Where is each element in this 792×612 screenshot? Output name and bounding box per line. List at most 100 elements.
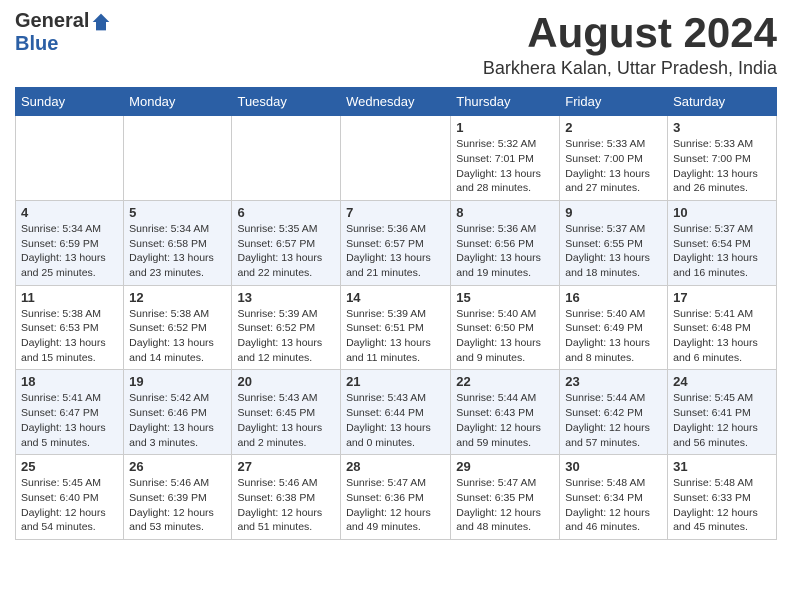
day-number: 21 xyxy=(346,374,445,389)
day-info: Sunrise: 5:38 AM Sunset: 6:53 PM Dayligh… xyxy=(21,307,118,366)
calendar-week-3: 11 Sunrise: 5:38 AM Sunset: 6:53 PM Dayli… xyxy=(16,285,777,370)
day-info: Sunrise: 5:46 AM Sunset: 6:39 PM Dayligh… xyxy=(129,476,226,535)
day-info: Sunrise: 5:39 AM Sunset: 6:51 PM Dayligh… xyxy=(346,307,445,366)
weekday-header-tuesday: Tuesday xyxy=(232,88,341,116)
logo: General Blue xyxy=(15,10,111,56)
day-number: 22 xyxy=(456,374,554,389)
day-info: Sunrise: 5:32 AM Sunset: 7:01 PM Dayligh… xyxy=(456,137,554,196)
day-number: 27 xyxy=(237,459,335,474)
weekday-header-sunday: Sunday xyxy=(16,88,124,116)
day-number: 5 xyxy=(129,205,226,220)
day-number: 9 xyxy=(565,205,662,220)
day-number: 2 xyxy=(565,120,662,135)
calendar-week-4: 18 Sunrise: 5:41 AM Sunset: 6:47 PM Dayli… xyxy=(16,370,777,455)
day-number: 25 xyxy=(21,459,118,474)
day-number: 6 xyxy=(237,205,335,220)
day-info: Sunrise: 5:34 AM Sunset: 6:59 PM Dayligh… xyxy=(21,222,118,281)
calendar-week-1: 1Sunrise: 5:32 AM Sunset: 7:01 PM Daylig… xyxy=(16,116,777,201)
calendar-cell: 1Sunrise: 5:32 AM Sunset: 7:01 PM Daylig… xyxy=(451,116,560,201)
calendar-cell: 18 Sunrise: 5:41 AM Sunset: 6:47 PM Dayli… xyxy=(16,370,124,455)
logo-icon xyxy=(91,12,111,32)
day-info: Sunrise: 5:43 AM Sunset: 6:44 PM Dayligh… xyxy=(346,391,445,450)
day-info: Sunrise: 5:35 AM Sunset: 6:57 PM Dayligh… xyxy=(237,222,335,281)
day-number: 29 xyxy=(456,459,554,474)
weekday-header-wednesday: Wednesday xyxy=(341,88,451,116)
calendar-cell: 16 Sunrise: 5:40 AM Sunset: 6:49 PM Dayli… xyxy=(560,285,668,370)
day-info: Sunrise: 5:48 AM Sunset: 6:34 PM Dayligh… xyxy=(565,476,662,535)
day-info: Sunrise: 5:42 AM Sunset: 6:46 PM Dayligh… xyxy=(129,391,226,450)
calendar-cell: 19Sunrise: 5:42 AM Sunset: 6:46 PM Dayli… xyxy=(124,370,232,455)
calendar-cell xyxy=(341,116,451,201)
weekday-header-monday: Monday xyxy=(124,88,232,116)
day-number: 3 xyxy=(673,120,771,135)
calendar-cell: 10 Sunrise: 5:37 AM Sunset: 6:54 PM Dayli… xyxy=(668,200,777,285)
day-number: 30 xyxy=(565,459,662,474)
day-number: 10 xyxy=(673,205,771,220)
header: General Blue August 2024 Barkhera Kalan,… xyxy=(15,10,777,79)
calendar-cell xyxy=(232,116,341,201)
calendar-cell: 3 Sunrise: 5:33 AM Sunset: 7:00 PM Daylig… xyxy=(668,116,777,201)
day-number: 26 xyxy=(129,459,226,474)
calendar-cell: 23Sunrise: 5:44 AM Sunset: 6:42 PM Dayli… xyxy=(560,370,668,455)
day-info: Sunrise: 5:44 AM Sunset: 6:43 PM Dayligh… xyxy=(456,391,554,450)
day-number: 8 xyxy=(456,205,554,220)
calendar-cell: 9 Sunrise: 5:37 AM Sunset: 6:55 PM Daylig… xyxy=(560,200,668,285)
calendar-cell: 11 Sunrise: 5:38 AM Sunset: 6:53 PM Dayli… xyxy=(16,285,124,370)
day-number: 11 xyxy=(21,290,118,305)
calendar-cell: 20Sunrise: 5:43 AM Sunset: 6:45 PM Dayli… xyxy=(232,370,341,455)
day-info: Sunrise: 5:45 AM Sunset: 6:41 PM Dayligh… xyxy=(673,391,771,450)
day-info: Sunrise: 5:41 AM Sunset: 6:47 PM Dayligh… xyxy=(21,391,118,450)
day-info: Sunrise: 5:37 AM Sunset: 6:55 PM Dayligh… xyxy=(565,222,662,281)
day-info: Sunrise: 5:40 AM Sunset: 6:49 PM Dayligh… xyxy=(565,307,662,366)
title-area: August 2024 Barkhera Kalan, Uttar Prades… xyxy=(483,10,777,79)
day-number: 16 xyxy=(565,290,662,305)
day-number: 17 xyxy=(673,290,771,305)
calendar-cell: 6 Sunrise: 5:35 AM Sunset: 6:57 PM Daylig… xyxy=(232,200,341,285)
calendar-cell: 28 Sunrise: 5:47 AM Sunset: 6:36 PM Dayli… xyxy=(341,455,451,540)
day-info: Sunrise: 5:48 AM Sunset: 6:33 PM Dayligh… xyxy=(673,476,771,535)
month-title: August 2024 xyxy=(483,10,777,56)
day-number: 24 xyxy=(673,374,771,389)
day-info: Sunrise: 5:33 AM Sunset: 7:00 PM Dayligh… xyxy=(673,137,771,196)
day-info: Sunrise: 5:40 AM Sunset: 6:50 PM Dayligh… xyxy=(456,307,554,366)
calendar-cell: 24 Sunrise: 5:45 AM Sunset: 6:41 PM Dayli… xyxy=(668,370,777,455)
logo-blue-text: Blue xyxy=(15,33,58,56)
day-number: 18 xyxy=(21,374,118,389)
day-number: 28 xyxy=(346,459,445,474)
calendar-cell: 2Sunrise: 5:33 AM Sunset: 7:00 PM Daylig… xyxy=(560,116,668,201)
day-number: 23 xyxy=(565,374,662,389)
calendar-cell: 7Sunrise: 5:36 AM Sunset: 6:57 PM Daylig… xyxy=(341,200,451,285)
calendar-cell: 27 Sunrise: 5:46 AM Sunset: 6:38 PM Dayli… xyxy=(232,455,341,540)
day-info: Sunrise: 5:45 AM Sunset: 6:40 PM Dayligh… xyxy=(21,476,118,535)
weekday-header-saturday: Saturday xyxy=(668,88,777,116)
day-number: 14 xyxy=(346,290,445,305)
calendar-cell: 17Sunrise: 5:41 AM Sunset: 6:48 PM Dayli… xyxy=(668,285,777,370)
logo-general-text: General xyxy=(15,10,89,33)
day-number: 4 xyxy=(21,205,118,220)
calendar-cell: 14 Sunrise: 5:39 AM Sunset: 6:51 PM Dayli… xyxy=(341,285,451,370)
location-title: Barkhera Kalan, Uttar Pradesh, India xyxy=(483,58,777,79)
day-info: Sunrise: 5:47 AM Sunset: 6:36 PM Dayligh… xyxy=(346,476,445,535)
day-info: Sunrise: 5:36 AM Sunset: 6:57 PM Dayligh… xyxy=(346,222,445,281)
calendar-week-2: 4 Sunrise: 5:34 AM Sunset: 6:59 PM Daylig… xyxy=(16,200,777,285)
day-number: 12 xyxy=(129,290,226,305)
calendar-cell: 26 Sunrise: 5:46 AM Sunset: 6:39 PM Dayli… xyxy=(124,455,232,540)
day-info: Sunrise: 5:37 AM Sunset: 6:54 PM Dayligh… xyxy=(673,222,771,281)
day-info: Sunrise: 5:43 AM Sunset: 6:45 PM Dayligh… xyxy=(237,391,335,450)
calendar-cell: 4 Sunrise: 5:34 AM Sunset: 6:59 PM Daylig… xyxy=(16,200,124,285)
day-info: Sunrise: 5:38 AM Sunset: 6:52 PM Dayligh… xyxy=(129,307,226,366)
day-info: Sunrise: 5:34 AM Sunset: 6:58 PM Dayligh… xyxy=(129,222,226,281)
day-info: Sunrise: 5:36 AM Sunset: 6:56 PM Dayligh… xyxy=(456,222,554,281)
calendar-week-5: 25 Sunrise: 5:45 AM Sunset: 6:40 PM Dayli… xyxy=(16,455,777,540)
weekday-header-friday: Friday xyxy=(560,88,668,116)
calendar-table: SundayMondayTuesdayWednesdayThursdayFrid… xyxy=(15,87,777,540)
calendar-cell: 5 Sunrise: 5:34 AM Sunset: 6:58 PM Daylig… xyxy=(124,200,232,285)
calendar-cell: 15Sunrise: 5:40 AM Sunset: 6:50 PM Dayli… xyxy=(451,285,560,370)
calendar-cell: 13Sunrise: 5:39 AM Sunset: 6:52 PM Dayli… xyxy=(232,285,341,370)
calendar-cell: 29 Sunrise: 5:47 AM Sunset: 6:35 PM Dayli… xyxy=(451,455,560,540)
calendar-cell: 12 Sunrise: 5:38 AM Sunset: 6:52 PM Dayli… xyxy=(124,285,232,370)
day-number: 13 xyxy=(237,290,335,305)
day-info: Sunrise: 5:47 AM Sunset: 6:35 PM Dayligh… xyxy=(456,476,554,535)
calendar-cell xyxy=(16,116,124,201)
day-info: Sunrise: 5:46 AM Sunset: 6:38 PM Dayligh… xyxy=(237,476,335,535)
